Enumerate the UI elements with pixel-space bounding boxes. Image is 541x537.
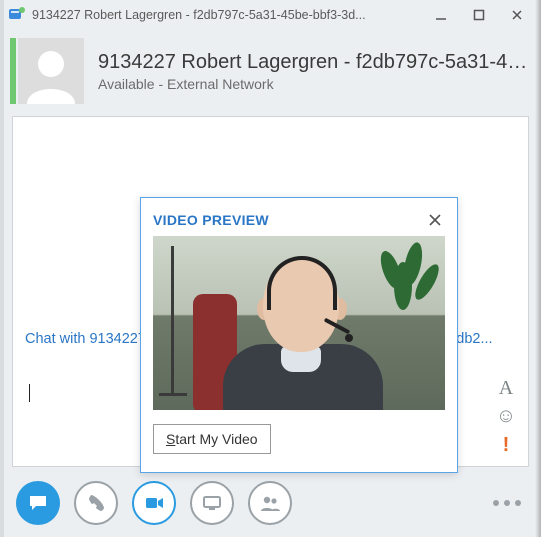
- priority-button[interactable]: !: [494, 434, 518, 458]
- contact-name: 9134227 Robert Lagergren - f2db797c-5a31…: [98, 51, 531, 74]
- minimize-button[interactable]: [429, 5, 453, 25]
- format-toolbar: A ☺ !: [490, 374, 522, 460]
- more-options-button[interactable]: [493, 500, 521, 506]
- bottom-toolbar: [10, 475, 531, 531]
- call-tab[interactable]: [74, 481, 118, 525]
- window-right-shadow: [535, 0, 541, 537]
- video-tab[interactable]: [132, 481, 176, 525]
- close-button[interactable]: [505, 5, 529, 25]
- contact-status: Available - External Network: [98, 76, 531, 92]
- app-icon: [8, 6, 26, 24]
- maximize-button[interactable]: [467, 5, 491, 25]
- popup-title: VIDEO PREVIEW: [153, 212, 269, 228]
- font-button[interactable]: A: [494, 376, 518, 400]
- accelerator-underline: S: [166, 431, 175, 447]
- im-tab[interactable]: [16, 481, 60, 525]
- avatar[interactable]: [18, 38, 84, 104]
- title-bar: 9134227 Robert Lagergren - f2db797c-5a31…: [4, 0, 537, 30]
- presence-indicator: [10, 38, 16, 104]
- popup-close-button[interactable]: [425, 210, 445, 230]
- window-left-border: [0, 0, 4, 537]
- video-preview-frame: [153, 236, 445, 410]
- video-preview-popup: VIDEO PREVIEW Start My Video: [140, 197, 458, 473]
- present-tab[interactable]: [190, 481, 234, 525]
- text-caret: [29, 384, 30, 402]
- contact-header: 9134227 Robert Lagergren - f2db797c-5a31…: [10, 32, 531, 110]
- window-title: 9134227 Robert Lagergren - f2db797c-5a31…: [32, 8, 429, 22]
- emoji-button[interactable]: ☺: [494, 405, 518, 429]
- participants-tab[interactable]: [248, 481, 292, 525]
- start-my-video-button[interactable]: Start My Video: [153, 424, 271, 454]
- button-label-rest: tart My Video: [175, 431, 257, 447]
